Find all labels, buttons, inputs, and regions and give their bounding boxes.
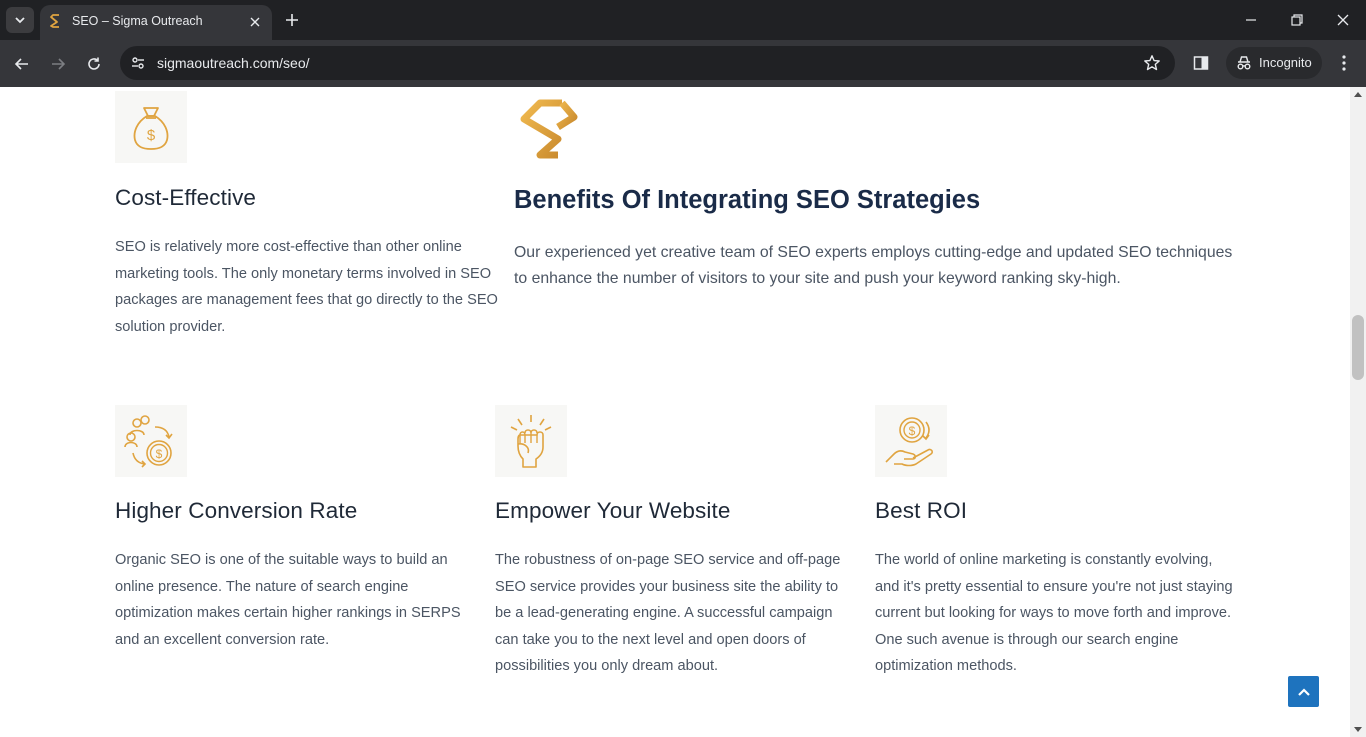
svg-text:$: $ bbox=[156, 447, 163, 461]
feature-title: Best ROI bbox=[875, 498, 968, 523]
cost-effective-description: SEO is relatively more cost-effective th… bbox=[115, 239, 498, 335]
arrow-left-icon bbox=[14, 58, 28, 70]
arrow-right-icon bbox=[52, 58, 66, 70]
chevron-up-icon bbox=[1297, 687, 1310, 696]
restore-icon bbox=[1291, 14, 1303, 26]
back-button[interactable] bbox=[8, 50, 36, 78]
feature-title: Empower Your Website bbox=[495, 498, 731, 523]
close-icon bbox=[1337, 14, 1349, 26]
benefits-description: Our experienced yet creative team of SEO… bbox=[514, 244, 1233, 287]
restore-button[interactable] bbox=[1274, 0, 1320, 40]
feature-description: The robustness of on-page SEO service an… bbox=[495, 552, 841, 674]
url-text[interactable]: sigmaoutreach.com/seo/ bbox=[157, 55, 310, 71]
reload-icon bbox=[88, 57, 100, 70]
plus-icon bbox=[286, 14, 298, 26]
incognito-label: Incognito bbox=[1259, 55, 1312, 70]
sigma-outreach-logo bbox=[520, 99, 578, 159]
active-tab[interactable]: SEO – Sigma Outreach bbox=[40, 5, 272, 40]
feature-description: Organic SEO is one of the suitable ways … bbox=[115, 552, 461, 648]
svg-text:$: $ bbox=[147, 127, 156, 144]
benefits-title: Benefits Of Integrating SEO Strategies bbox=[514, 186, 981, 214]
scrollbar-thumb[interactable] bbox=[1352, 315, 1364, 380]
svg-text:$: $ bbox=[909, 424, 916, 438]
money-bag-icon: $ bbox=[133, 107, 169, 150]
incognito-indicator[interactable]: Incognito bbox=[1226, 47, 1322, 79]
hand-coin-icon: $ bbox=[885, 417, 934, 467]
chevron-down-icon bbox=[15, 17, 25, 24]
back-to-top-button[interactable] bbox=[1288, 676, 1319, 707]
incognito-icon bbox=[1237, 56, 1251, 70]
feature-title: Higher Conversion Rate bbox=[115, 498, 358, 523]
money-bag-icon-box: $ bbox=[115, 91, 187, 163]
tune-icon bbox=[132, 57, 144, 69]
page-viewport: $ Cost-Effective SEO is relatively more … bbox=[0, 87, 1350, 737]
scroll-down-arrow-icon[interactable] bbox=[1354, 727, 1362, 733]
minimize-button[interactable] bbox=[1228, 0, 1274, 40]
empower-icon-box bbox=[495, 405, 567, 477]
people-coin-cycle-icon: $ bbox=[124, 415, 173, 468]
tab-title: SEO – Sigma Outreach bbox=[72, 14, 203, 28]
close-window-button[interactable] bbox=[1320, 0, 1366, 40]
cost-effective-title: Cost-Effective bbox=[115, 185, 257, 210]
side-panel-button[interactable] bbox=[1190, 52, 1212, 74]
browser-menu-button[interactable] bbox=[1334, 52, 1354, 74]
address-bar[interactable]: sigmaoutreach.com/seo/ bbox=[120, 46, 1175, 80]
sigma-favicon-icon bbox=[50, 14, 59, 28]
raised-fist-icon bbox=[510, 415, 552, 468]
page-scrollbar[interactable] bbox=[1350, 87, 1366, 737]
tab-bar: SEO – Sigma Outreach bbox=[0, 0, 1366, 40]
browser-toolbar: sigmaoutreach.com/seo/ Incognito bbox=[0, 40, 1366, 87]
close-icon bbox=[250, 17, 260, 27]
conversion-icon-box: $ bbox=[115, 405, 187, 477]
forward-button[interactable] bbox=[44, 50, 72, 78]
reload-button[interactable] bbox=[80, 50, 108, 78]
minimize-icon bbox=[1246, 19, 1256, 21]
tab-search-button[interactable] bbox=[6, 7, 34, 33]
feature-description: The world of online marketing is constan… bbox=[875, 552, 1233, 674]
side-panel-icon bbox=[1193, 56, 1209, 70]
close-tab-button[interactable] bbox=[246, 13, 264, 31]
scroll-up-arrow-icon[interactable] bbox=[1354, 91, 1362, 97]
more-vertical-icon bbox=[1342, 55, 1346, 71]
site-info-button[interactable] bbox=[128, 53, 148, 73]
bookmark-star-icon[interactable] bbox=[1143, 54, 1161, 72]
roi-icon-box: $ bbox=[875, 405, 947, 477]
new-tab-button[interactable] bbox=[282, 10, 302, 30]
